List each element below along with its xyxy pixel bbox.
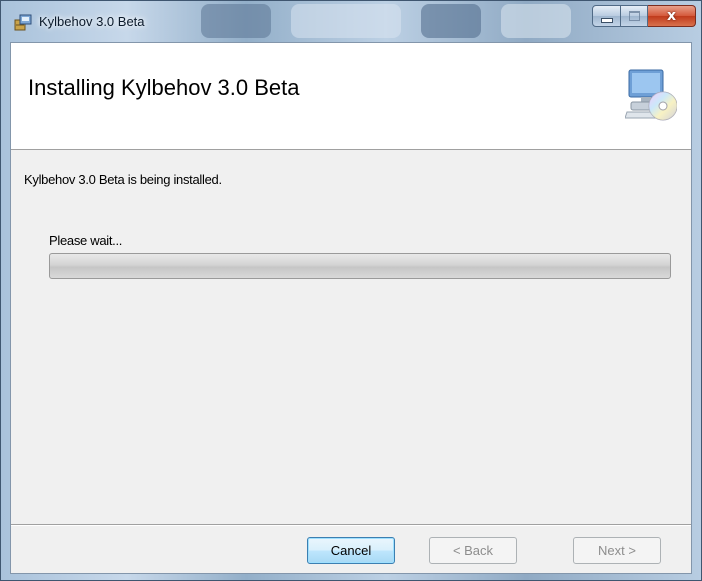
back-button: < Back	[429, 537, 517, 564]
next-button: Next >	[573, 537, 661, 564]
maximize-button	[621, 5, 648, 27]
close-icon: x	[666, 8, 677, 24]
title-bar[interactable]: Kylbehov 3.0 Beta x	[1, 1, 701, 41]
close-button[interactable]: x	[648, 5, 696, 27]
installer-window: Kylbehov 3.0 Beta x Installing Kylbehov …	[0, 0, 702, 581]
minimize-icon	[600, 17, 613, 23]
window-controls: x	[592, 5, 696, 27]
window-title: Kylbehov 3.0 Beta	[39, 14, 145, 29]
aero-glass-decoration	[501, 4, 571, 38]
install-progress-bar	[49, 253, 671, 279]
aero-glass-decoration	[201, 4, 271, 38]
installer-package-icon	[14, 14, 32, 32]
dialog-client-area: Installing Kylbehov 3.0 Beta Kylbehov 3.…	[10, 42, 692, 574]
footer-divider	[11, 524, 691, 526]
cancel-button[interactable]: Cancel	[307, 537, 395, 564]
aero-glass-decoration	[421, 4, 481, 38]
maximize-icon	[628, 11, 640, 21]
progress-label: Please wait...	[49, 233, 123, 248]
header-banner: Installing Kylbehov 3.0 Beta	[11, 43, 691, 150]
page-title: Installing Kylbehov 3.0 Beta	[28, 75, 300, 100]
computer-cd-icon	[624, 68, 678, 122]
aero-glass-decoration	[291, 4, 401, 38]
minimize-button[interactable]	[592, 5, 621, 27]
install-status-text: Kylbehov 3.0 Beta is being installed.	[24, 172, 222, 187]
